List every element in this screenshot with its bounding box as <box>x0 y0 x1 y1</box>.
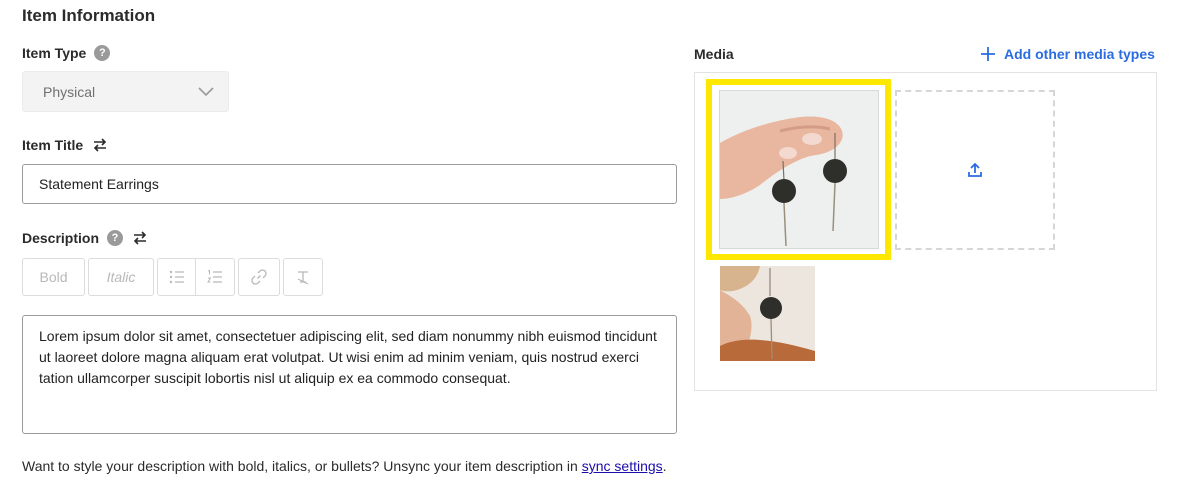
bold-button[interactable]: Bold <box>22 258 85 296</box>
media-thumbnail-main[interactable] <box>719 90 879 249</box>
help-icon[interactable]: ? <box>107 230 124 246</box>
italic-button[interactable]: Italic <box>88 258 154 296</box>
earring-on-model-image <box>720 266 815 361</box>
link-icon <box>251 269 267 285</box>
bullet-list-button[interactable] <box>157 258 196 296</box>
earrings-in-hand-image <box>720 91 878 248</box>
list-button-group <box>157 258 235 296</box>
chevron-down-icon <box>198 86 214 96</box>
help-icon[interactable]: ? <box>94 45 111 61</box>
item-title-label-row: Item Title <box>22 137 109 153</box>
description-textarea[interactable]: Lorem ipsum dolor sit amet, consectetuer… <box>22 315 677 434</box>
upload-icon <box>968 163 982 177</box>
description-label-row: Description ? <box>22 230 149 246</box>
clear-formatting-icon <box>297 271 309 285</box>
sync-footnote: Want to style your description with bold… <box>22 456 682 477</box>
clear-formatting-button[interactable] <box>283 258 323 296</box>
plus-icon <box>981 47 995 61</box>
numbered-list-icon <box>207 270 222 283</box>
link-button[interactable] <box>238 258 280 296</box>
media-label: Media <box>694 46 734 62</box>
item-type-selected-value: Physical <box>43 83 96 100</box>
sync-icon[interactable] <box>91 137 109 153</box>
sync-icon[interactable] <box>131 230 149 246</box>
description-label: Description <box>22 230 100 246</box>
item-type-label: Item Type <box>22 45 87 61</box>
sync-settings-link[interactable]: sync settings <box>582 458 663 474</box>
item-type-select[interactable]: Physical <box>22 71 229 112</box>
add-media-label: Add other media types <box>1004 46 1155 62</box>
item-title-input[interactable]: Statement Earrings <box>22 164 677 204</box>
item-type-label-row: Item Type ? <box>22 45 111 61</box>
section-title: Item Information <box>22 6 156 25</box>
footnote-text: Want to style your description with bold… <box>22 458 582 474</box>
footnote-end: . <box>662 458 667 474</box>
numbered-list-button[interactable] <box>196 258 235 296</box>
description-toolbar: Bold Italic <box>22 258 323 296</box>
bullet-list-icon <box>169 270 184 284</box>
media-thumbnail-second[interactable] <box>720 266 815 361</box>
add-other-media-types-link[interactable]: Add other media types <box>980 46 1155 62</box>
media-upload-slot[interactable] <box>895 90 1055 250</box>
item-title-label: Item Title <box>22 137 84 153</box>
